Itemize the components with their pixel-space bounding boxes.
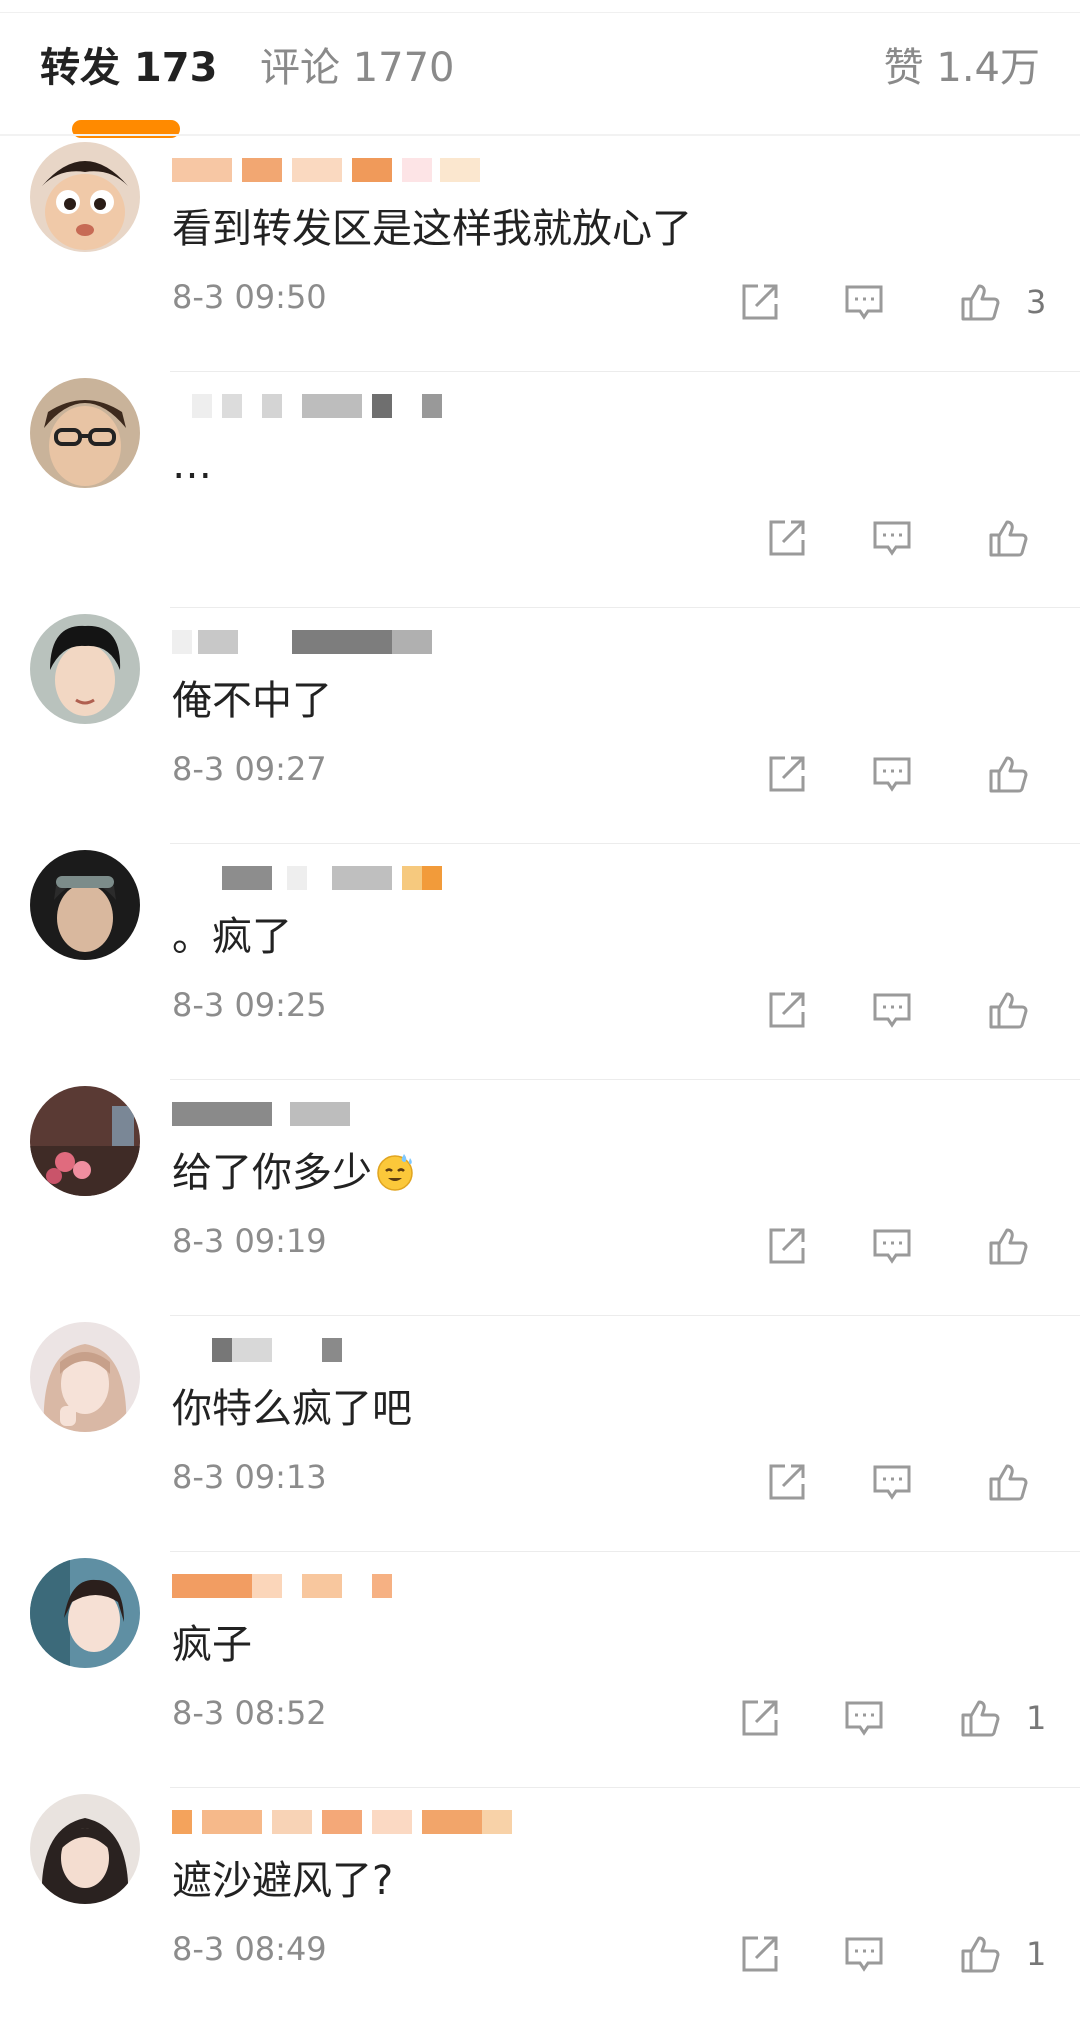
- sweat-smile-emoji: [374, 1150, 416, 1192]
- avatar[interactable]: [30, 850, 140, 960]
- comment-time: 8-3 09:50: [172, 278, 327, 316]
- comment-text: …: [172, 442, 212, 488]
- tab-bar: 转发 173 评论 1770 赞 1.4万: [0, 38, 1080, 98]
- comment-text: 遮沙避风了?: [172, 1858, 394, 1904]
- comment-item: 你特么疯了吧 8-3 09:13: [0, 1316, 1080, 1552]
- comment-text-body: 给了你多少: [172, 1150, 372, 1196]
- share-icon[interactable]: [765, 1460, 809, 1504]
- username-redacted[interactable]: [172, 158, 532, 186]
- comment-item: 疯子 8-3 08:52 1: [0, 1552, 1080, 1788]
- share-icon[interactable]: [765, 752, 809, 796]
- comment-item: …: [0, 372, 1080, 608]
- comment-list: 看到转发区是这样我就放心了 8-3 09:50 3 … 俺不中了 8-3 09:…: [0, 136, 1080, 2024]
- share-icon[interactable]: [765, 1224, 809, 1268]
- top-divider: [0, 12, 1080, 13]
- avatar[interactable]: [30, 378, 140, 488]
- avatar[interactable]: [30, 614, 140, 724]
- comment-time: 8-3 09:27: [172, 750, 327, 788]
- avatar[interactable]: [30, 1322, 140, 1432]
- comment-icon[interactable]: [842, 1932, 886, 1976]
- thumbs-up-icon[interactable]: [986, 988, 1030, 1032]
- username-redacted[interactable]: [172, 1810, 532, 1838]
- comment-item: 给了你多少 8-3 09:19: [0, 1080, 1080, 1316]
- thumbs-up-icon[interactable]: [958, 280, 1002, 324]
- avatar[interactable]: [30, 1558, 140, 1668]
- share-icon[interactable]: [738, 1696, 782, 1740]
- comment-text: 。疯了: [172, 914, 292, 960]
- comment-time: 8-3 09:13: [172, 1458, 327, 1496]
- share-icon[interactable]: [738, 1932, 782, 1976]
- tab-reposts[interactable]: 转发 173: [40, 38, 217, 98]
- comment-icon[interactable]: [870, 988, 914, 1032]
- comment-item: 遮沙避风了? 8-3 08:49 1: [0, 1788, 1080, 2024]
- comment-item: 看到转发区是这样我就放心了 8-3 09:50 3: [0, 136, 1080, 372]
- comment-text: 看到转发区是这样我就放心了: [172, 206, 692, 252]
- comment-icon[interactable]: [870, 752, 914, 796]
- like-count: 1: [1026, 1699, 1047, 1737]
- thumbs-up-icon[interactable]: [986, 1460, 1030, 1504]
- username-redacted[interactable]: [172, 1338, 532, 1366]
- avatar[interactable]: [30, 1086, 140, 1196]
- comment-icon[interactable]: [842, 1696, 886, 1740]
- username-redacted[interactable]: [172, 1102, 532, 1130]
- share-icon[interactable]: [765, 988, 809, 1032]
- avatar[interactable]: [30, 1794, 140, 1904]
- comment-time: 8-3 08:49: [172, 1930, 327, 1968]
- username-redacted[interactable]: [172, 630, 532, 658]
- comment-icon[interactable]: [870, 1224, 914, 1268]
- username-redacted[interactable]: [172, 866, 532, 894]
- comment-text: 俺不中了: [172, 678, 332, 724]
- avatar[interactable]: [30, 142, 140, 252]
- like-count: 1: [1026, 1935, 1047, 1973]
- comment-item: 俺不中了 8-3 09:27: [0, 608, 1080, 844]
- tab-likes[interactable]: 赞 1.4万: [884, 38, 1040, 98]
- comment-icon[interactable]: [870, 1460, 914, 1504]
- thumbs-up-icon[interactable]: [986, 752, 1030, 796]
- comment-time: 8-3 08:52: [172, 1694, 327, 1732]
- comment-text: 给了你多少: [172, 1148, 416, 1198]
- comment-time: 8-3 09:25: [172, 986, 327, 1024]
- comment-time: 8-3 09:19: [172, 1222, 327, 1260]
- share-icon[interactable]: [765, 516, 809, 560]
- thumbs-up-icon[interactable]: [958, 1696, 1002, 1740]
- comment-item: 。疯了 8-3 09:25: [0, 844, 1080, 1080]
- like-count: 3: [1026, 283, 1047, 321]
- username-redacted[interactable]: [172, 394, 532, 422]
- share-icon[interactable]: [738, 280, 782, 324]
- thumbs-up-icon[interactable]: [986, 1224, 1030, 1268]
- thumbs-up-icon[interactable]: [958, 1932, 1002, 1976]
- comment-text: 疯子: [172, 1622, 252, 1668]
- comment-text: 你特么疯了吧: [172, 1386, 412, 1432]
- comment-icon[interactable]: [870, 516, 914, 560]
- comment-icon[interactable]: [842, 280, 886, 324]
- thumbs-up-icon[interactable]: [986, 516, 1030, 560]
- tab-comments[interactable]: 评论 1770: [260, 38, 455, 98]
- username-redacted[interactable]: [172, 1574, 532, 1602]
